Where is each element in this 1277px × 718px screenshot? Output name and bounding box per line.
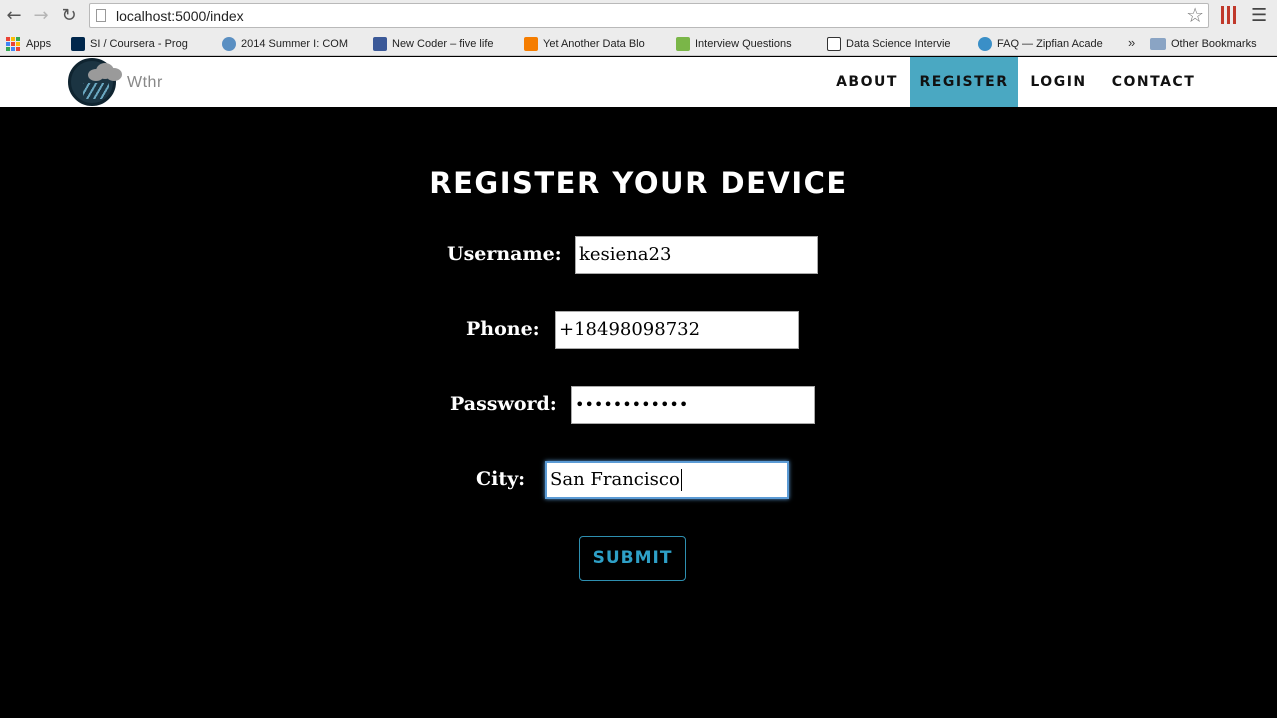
nav-about[interactable]: ABOUT bbox=[826, 57, 908, 107]
forward-icon[interactable]: → bbox=[30, 5, 52, 27]
bookmark-new-coder[interactable]: New Coder – five life bbox=[373, 35, 510, 52]
bookmark-summer-course[interactable]: 2014 Summer I: COM bbox=[222, 35, 359, 52]
bookmarks-bar: Apps SI / Coursera - Prog 2014 Summer I:… bbox=[0, 31, 1277, 56]
nav-register[interactable]: REGISTER bbox=[910, 57, 1018, 107]
back-icon[interactable]: ← bbox=[3, 5, 25, 27]
page-title: REGISTER YOUR DEVICE bbox=[429, 166, 848, 200]
submit-button[interactable]: SUBMIT bbox=[579, 536, 686, 581]
bookmark-zipfian[interactable]: FAQ — Zipfian Acade bbox=[978, 35, 1116, 52]
address-bar[interactable]: localhost:5000/index ☆ bbox=[89, 3, 1209, 28]
nav-contact[interactable]: CONTACT bbox=[1102, 57, 1205, 107]
more-bookmarks-chevron[interactable]: » bbox=[1128, 35, 1135, 50]
blogger-icon bbox=[524, 36, 538, 51]
page-icon bbox=[96, 9, 106, 22]
username-label: Username: bbox=[447, 243, 562, 265]
browser-toolbar: ← → ↻ localhost:5000/index ☆ ☰ bbox=[0, 0, 1277, 31]
reload-icon[interactable]: ↻ bbox=[58, 5, 80, 27]
gear-icon bbox=[978, 36, 992, 51]
cloud-icon bbox=[88, 63, 122, 81]
bookmark-data-science-interview[interactable]: Data Science Intervie bbox=[827, 35, 965, 52]
city-label: City: bbox=[476, 468, 526, 490]
logo-text[interactable]: Wthr bbox=[127, 74, 163, 92]
city-input-value: San Francisco bbox=[550, 469, 680, 490]
bookmark-data-blog[interactable]: Yet Another Data Blo bbox=[524, 35, 662, 52]
facebook-icon bbox=[373, 36, 387, 51]
unc-logo-icon bbox=[222, 36, 236, 51]
bookmark-coursera[interactable]: SI / Coursera - Prog bbox=[71, 35, 211, 52]
other-bookmarks[interactable]: Other Bookmarks bbox=[1150, 35, 1275, 52]
password-label: Password: bbox=[450, 393, 557, 415]
apps-grid-icon bbox=[6, 36, 20, 51]
city-input[interactable]: San Francisco bbox=[545, 461, 789, 499]
browser-menu-icon[interactable]: ☰ bbox=[1251, 5, 1267, 26]
triangle-logo-icon bbox=[827, 36, 841, 51]
extension-icon[interactable] bbox=[1220, 6, 1236, 24]
nav-login[interactable]: LOGIN bbox=[1020, 57, 1097, 107]
michigan-logo-icon bbox=[71, 36, 85, 51]
url-text: localhost:5000/index bbox=[116, 8, 244, 24]
text-caret bbox=[680, 469, 682, 491]
bookmark-interview-questions[interactable]: Interview Questions bbox=[676, 35, 812, 52]
password-input[interactable]: •••••••••••• bbox=[571, 386, 815, 424]
username-input[interactable]: kesiena23 bbox=[575, 236, 818, 274]
interview-site-icon bbox=[676, 36, 690, 51]
folder-icon bbox=[1150, 37, 1166, 50]
bookmark-star-icon[interactable]: ☆ bbox=[1186, 4, 1204, 27]
site-navbar: Wthr ABOUT REGISTER LOGIN CONTACT bbox=[0, 57, 1277, 107]
phone-input[interactable]: +18498098732 bbox=[555, 311, 799, 349]
phone-label: Phone: bbox=[466, 318, 540, 340]
bookmark-apps[interactable]: Apps bbox=[6, 35, 62, 52]
